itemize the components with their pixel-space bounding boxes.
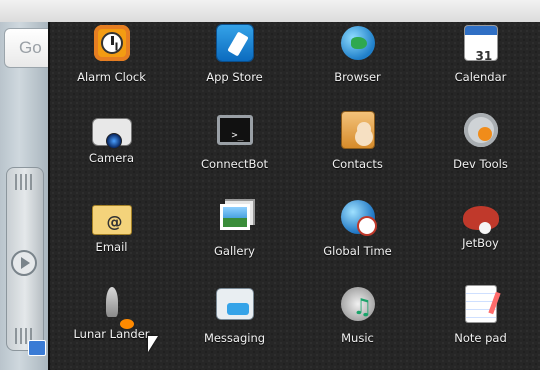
app-label: App Store (206, 70, 263, 84)
browser-icon (340, 26, 375, 60)
app-label: Calendar (454, 70, 507, 84)
app-camera[interactable]: Camera (50, 109, 173, 196)
drawer-handle[interactable] (6, 167, 44, 351)
dev-tools-icon (463, 113, 498, 147)
app-contacts[interactable]: Contacts (296, 109, 419, 196)
app-label: Alarm Clock (77, 70, 146, 84)
app-label: Camera (88, 151, 135, 165)
app-label: Note pad (454, 331, 507, 345)
app-browser[interactable]: Browser (296, 22, 419, 109)
grip-icon (15, 174, 35, 190)
app-label: Lunar Lander (73, 327, 150, 341)
app-label: Gallery (214, 244, 255, 258)
status-bar (0, 0, 540, 23)
terminal-icon (216, 115, 253, 145)
home-shortcut-icon[interactable] (28, 340, 46, 356)
search-widget[interactable]: Go (4, 28, 48, 68)
contacts-icon (341, 112, 374, 148)
app-gallery[interactable]: Gallery (173, 196, 296, 283)
app-jetboy[interactable]: JetBoy (419, 196, 540, 283)
app-label: Music (341, 331, 374, 345)
app-label: Dev Tools (453, 157, 508, 171)
mouse-cursor-icon (148, 336, 158, 352)
lunar-lander-icon (105, 287, 134, 329)
gallery-icon (219, 204, 250, 230)
app-connectbot[interactable]: ConnectBot (173, 109, 296, 196)
home-screen-edge: Go (0, 22, 48, 370)
app-alarm-clock[interactable]: Alarm Clock (50, 22, 173, 109)
app-label: Browser (334, 70, 381, 84)
app-label: JetBoy (462, 236, 499, 250)
calendar-icon (464, 26, 497, 63)
app-global-time[interactable]: Global Time (296, 196, 419, 283)
camera-icon (92, 119, 131, 149)
app-grid: Alarm Clock App Store Browser Calendar C… (50, 22, 540, 370)
app-lunar-lander[interactable]: Lunar Lander (50, 283, 173, 370)
app-music[interactable]: Music (296, 283, 419, 370)
app-label: Email (95, 240, 128, 254)
app-label: Contacts (332, 157, 383, 171)
note-pad-icon (465, 286, 496, 322)
app-email[interactable]: Email (50, 196, 173, 283)
app-calendar[interactable]: Calendar (419, 22, 540, 109)
app-drawer: Alarm Clock App Store Browser Calendar C… (48, 22, 540, 370)
app-dev-tools[interactable]: Dev Tools (419, 109, 540, 196)
jetboy-icon (462, 206, 499, 234)
app-app-store[interactable]: App Store (173, 22, 296, 109)
music-icon (340, 287, 375, 321)
app-label: Global Time (323, 244, 392, 258)
app-label: ConnectBot (201, 157, 268, 171)
app-messaging[interactable]: Messaging (173, 283, 296, 370)
alarm-clock-icon (93, 25, 130, 61)
app-note-pad[interactable]: Note pad (419, 283, 540, 370)
app-store-icon (216, 25, 253, 61)
global-time-icon (340, 200, 375, 234)
play-icon[interactable] (11, 250, 37, 276)
email-icon (92, 206, 131, 234)
app-label: Messaging (203, 331, 266, 345)
messaging-icon (216, 289, 253, 319)
search-widget-text: Go (19, 38, 42, 57)
